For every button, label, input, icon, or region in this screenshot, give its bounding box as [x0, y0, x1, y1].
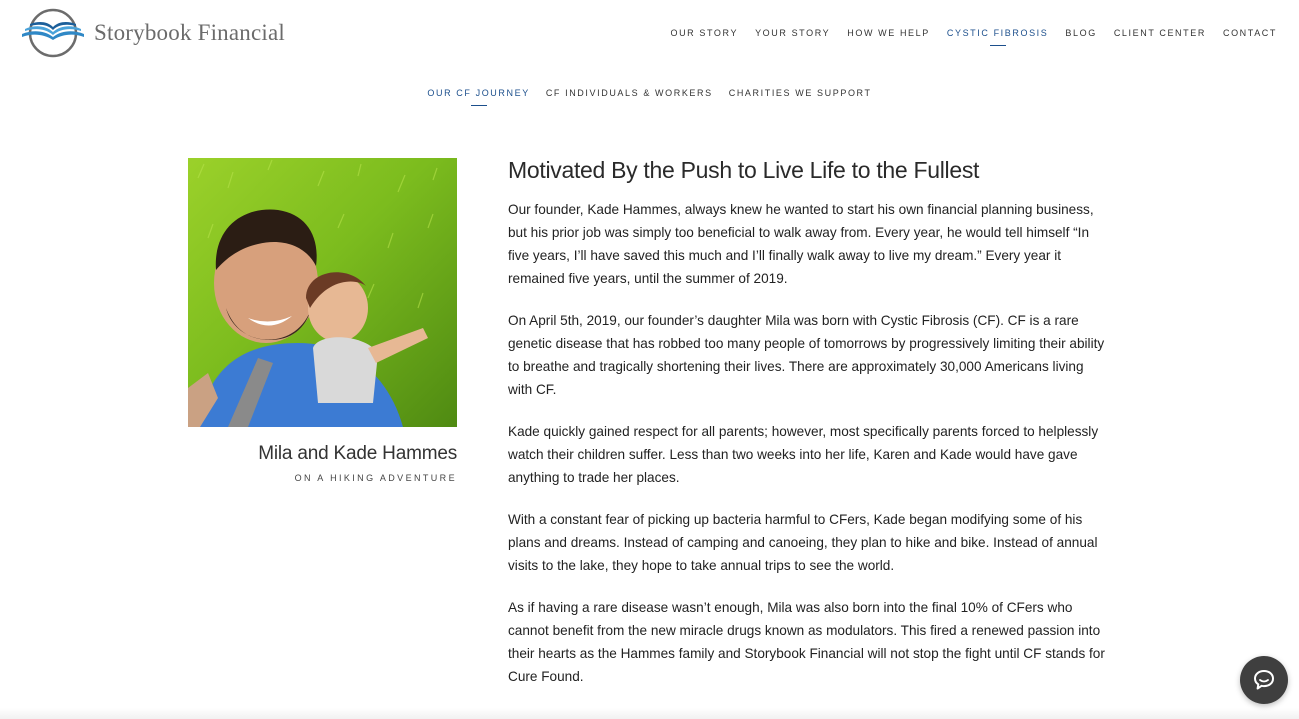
- page-bottom-fade: [0, 708, 1299, 719]
- subnav-cf-individuals-workers[interactable]: CF INDIVIDUALS & WORKERS: [546, 88, 713, 98]
- family-photo-image: [188, 158, 457, 427]
- brand-logo[interactable]: Storybook Financial: [20, 8, 285, 58]
- subnav-charities-we-support[interactable]: CHARITIES WE SUPPORT: [729, 88, 872, 98]
- open-book-globe-logo-icon: [22, 8, 84, 58]
- nav-how-we-help[interactable]: HOW WE HELP: [847, 28, 930, 38]
- nav-our-story[interactable]: OUR STORY: [670, 28, 738, 38]
- subnav-our-cf-journey[interactable]: OUR CF JOURNEY: [427, 88, 529, 106]
- chat-button[interactable]: [1240, 656, 1288, 704]
- nav-client-center[interactable]: CLIENT CENTER: [1114, 28, 1206, 38]
- nav-contact[interactable]: CONTACT: [1223, 28, 1277, 38]
- article-paragraph: With a constant fear of picking up bacte…: [508, 512, 1098, 573]
- article-paragraph: Kade quickly gained respect for all pare…: [508, 424, 1099, 485]
- nav-blog[interactable]: BLOG: [1065, 28, 1096, 38]
- sub-nav: OUR CF JOURNEY CF INDIVIDUALS & WORKERS …: [0, 88, 1299, 106]
- photo-caption-subtitle: ON A HIKING ADVENTURE: [294, 473, 457, 483]
- chat-bubble-icon: [1254, 670, 1274, 690]
- article-paragraph: As if having a rare disease wasn’t enoug…: [508, 600, 1105, 684]
- photo-caption-name: Mila and Kade Hammes: [258, 443, 457, 464]
- article-paragraph: On April 5th, 2019, our founder’s daught…: [508, 313, 1105, 397]
- article: Motivated By the Push to Live Life to th…: [508, 157, 1110, 707]
- brand-name: Storybook Financial: [94, 20, 285, 45]
- article-title: Motivated By the Push to Live Life to th…: [508, 157, 980, 183]
- nav-your-story[interactable]: YOUR STORY: [755, 28, 830, 38]
- nav-cystic-fibrosis[interactable]: CYSTIC FIBROSIS: [947, 28, 1049, 46]
- main-nav: OUR STORY YOUR STORY HOW WE HELP CYSTIC …: [653, 28, 1277, 46]
- article-paragraph: Our founder, Kade Hammes, always knew he…: [508, 202, 1094, 286]
- family-photo: [188, 158, 457, 427]
